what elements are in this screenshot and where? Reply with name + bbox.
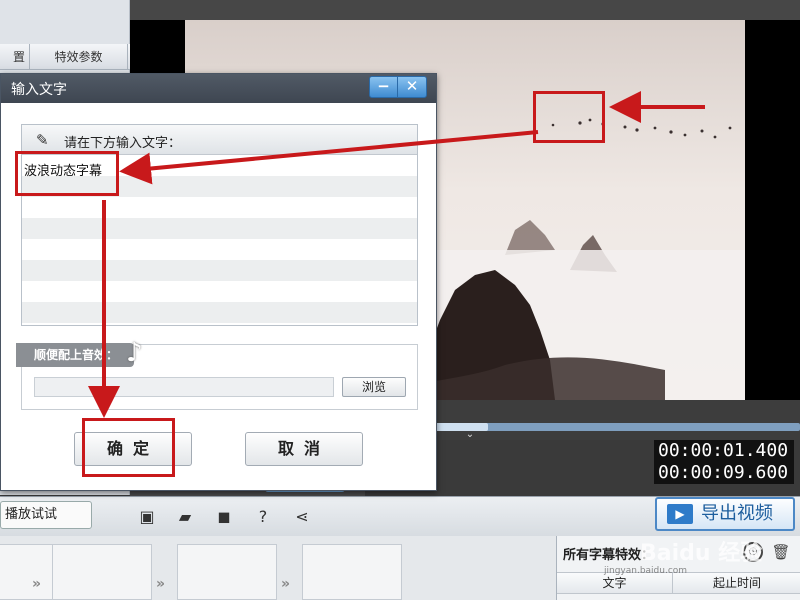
input-text-dialog: 输入文字 − ✕ ✎ 请在下方输入文字： 波浪动态字幕 顺便配上音效： ♪ 浏览… — [0, 73, 437, 491]
dialog-title: 输入文字 — [11, 82, 67, 98]
open-folder-icon[interactable]: ▰ — [175, 507, 195, 527]
dialog-titlebar[interactable]: 输入文字 − ✕ — [1, 74, 436, 103]
text-line[interactable] — [22, 260, 417, 281]
cancel-button[interactable]: 取消 — [245, 432, 363, 466]
time-readout: 00:00:01.400 00:00:09.600 — [654, 440, 794, 484]
text-line[interactable] — [22, 239, 417, 260]
export-icon: ▶ — [667, 504, 693, 524]
music-note-icon: ♪ — [126, 338, 143, 368]
annotation-box-ok-button — [82, 418, 175, 477]
close-icon[interactable]: ✕ — [398, 77, 426, 97]
minimize-icon[interactable]: − — [370, 77, 399, 97]
export-video-button[interactable]: ▶ 导出视频 — [655, 497, 795, 531]
chevron-right-icon: » — [32, 576, 42, 592]
chevron-down-icon[interactable]: ⌄ — [460, 430, 480, 440]
annotation-box-preview-text — [533, 91, 605, 143]
share-icon[interactable]: ⋖ — [292, 507, 312, 527]
chevron-right-icon: » — [281, 576, 291, 592]
play-test-button[interactable]: 播放试试 — [0, 501, 92, 529]
save-icon[interactable]: ◼ — [214, 507, 234, 527]
text-line[interactable] — [22, 218, 417, 239]
trash-icon[interactable]: 🗑 — [771, 542, 791, 562]
column-text[interactable]: 文字 — [557, 573, 673, 593]
timeline-track[interactable] — [435, 423, 800, 431]
watermark-url: jingyan.baidu.com — [604, 566, 688, 576]
dialog-window-controls: − ✕ — [369, 76, 427, 98]
browse-button[interactable]: 浏览 — [342, 377, 406, 397]
main-toolbar: 播放试试 ▣ ▰ ◼ ? ⋖ ▶ 导出视频 — [0, 496, 800, 536]
current-time: 00:00:01.400 — [658, 440, 789, 461]
sound-effect-label: 顺便配上音效： — [16, 343, 134, 367]
top-strip — [130, 0, 800, 20]
chevron-right-icon: » — [156, 576, 166, 592]
effect-thumbnail[interactable] — [177, 544, 277, 600]
text-line[interactable] — [22, 197, 417, 218]
sound-effect-section: 顺便配上音效： ♪ 浏览 — [16, 339, 418, 410]
tab-settings-partial[interactable]: 置 — [0, 44, 30, 70]
text-line[interactable] — [22, 281, 417, 302]
text-line[interactable] — [22, 302, 417, 323]
sound-file-input[interactable] — [34, 377, 334, 397]
tab-effect-params[interactable]: 特效参数 — [30, 44, 128, 70]
effect-thumbnail[interactable] — [52, 544, 152, 600]
watermark-brand: Baidu 经验 — [640, 541, 763, 566]
left-panel-tabs: 置 特效参数 — [0, 44, 130, 70]
new-icon[interactable]: ▣ — [137, 507, 157, 527]
annotation-box-entered-text — [15, 151, 119, 196]
total-time: 00:00:09.600 — [658, 462, 789, 483]
edit-icon: ✎ — [36, 131, 49, 149]
help-icon[interactable]: ? — [253, 507, 273, 527]
export-video-label: 导出视频 — [701, 503, 773, 524]
column-start-end-time[interactable]: 起止时间 — [673, 573, 800, 593]
effect-thumbnail[interactable] — [302, 544, 402, 600]
text-prompt-label: 请在下方输入文字： — [64, 136, 182, 151]
